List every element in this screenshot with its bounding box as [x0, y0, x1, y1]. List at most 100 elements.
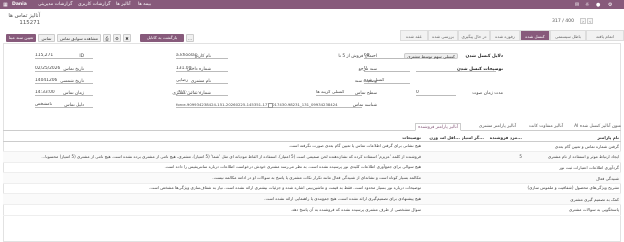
sale-probability-field[interactable]: 60 — [364, 53, 410, 59]
stage-cancelled[interactable]: کنسل شده — [520, 30, 550, 41]
description-cell: فروشنده از کلمه 'عزیزم' استفاده کرده که … — [3, 151, 423, 163]
print-icon[interactable]: ⎙ — [103, 34, 111, 42]
seller-score-cell — [486, 204, 524, 216]
analysis-table: نام پارامتر ...مرد فروشنده ...گر امتیاز … — [3, 134, 621, 216]
user-avatar-icon[interactable]: ● — [596, 2, 600, 8]
menu-item-reports-user[interactable]: گزارشات کاربری — [78, 2, 110, 7]
apps-grid-icon[interactable]: ▦ — [3, 2, 8, 8]
stage-refused[interactable]: رفوزه شده — [490, 30, 520, 41]
bell-icon[interactable]: ☼ — [585, 2, 589, 8]
seller-score-cell — [486, 172, 524, 184]
stage-contracted[interactable]: عقد شده — [400, 30, 428, 41]
pager-next-icon[interactable]: › — [580, 18, 586, 24]
col-header-param-name[interactable]: نام پارامتر — [524, 134, 621, 142]
min-score-cell — [440, 151, 462, 163]
trash-icon[interactable]: ✖ — [123, 34, 131, 42]
pager-prev-icon[interactable]: ‹ — [587, 18, 593, 24]
param-name-cell: ایجاد ارتباط موثر و استفاده از نام مشتری — [524, 151, 621, 163]
max-score-cell — [462, 172, 486, 184]
seller-score-cell — [486, 193, 524, 206]
min-score-cell — [440, 183, 462, 195]
user-field[interactable]: a.khoolap — [176, 53, 228, 59]
call-level-field[interactable]: کنسلی گزینه ها — [316, 90, 362, 96]
min-score-cell — [440, 193, 462, 206]
seller-score-cell: 5 — [486, 151, 524, 163]
table-row[interactable]: شنیدگی فعال مکالمه بسیار کوتاه است و نشا… — [3, 172, 621, 184]
chat-icon[interactable]: ✉ — [575, 2, 579, 8]
weight-cell — [423, 172, 440, 184]
col-header-description[interactable]: توضیحات — [3, 134, 423, 142]
table-row[interactable]: پاسخگویی به سوالات مشتری سوال مشخصی از ط… — [3, 204, 621, 216]
table-header-row: نام پارامتر ...مرد فروشنده ...گر امتیاز … — [3, 134, 621, 142]
stage-reviewed[interactable]: بررسی شده — [428, 30, 458, 41]
max-score-cell — [462, 141, 486, 153]
weight-cell — [423, 151, 440, 163]
max-score-cell — [462, 162, 486, 174]
set-base-document-button[interactable]: تعیین سند مبنا — [6, 34, 36, 42]
call-date-field[interactable]: 02/25/2026 — [35, 66, 93, 72]
tab-ai-cancel-texts[interactable]: AI متون آنالیز کنسل شده — [574, 123, 621, 131]
settings-icon[interactable]: ⚙ — [608, 2, 612, 8]
table-row[interactable]: تشریح ویژگی‌های محصول (شفافیت و ملموس سا… — [3, 183, 621, 195]
weight-cell — [423, 162, 440, 174]
shamsi-date-field[interactable]: 14041206 — [35, 78, 93, 84]
brand-name[interactable]: Dania — [12, 2, 27, 7]
back-to-cartable-button[interactable]: بازگشت به کاتابل — [140, 34, 184, 42]
source-doc-field[interactable]: 0 — [364, 66, 410, 72]
param-name-cell: تشریح ویژگی‌های محصول (شفافیت و ملموس سا… — [524, 183, 621, 195]
breadcrumb-title[interactable]: آنالیز تماس ها — [8, 13, 40, 19]
max-score-cell — [462, 151, 486, 163]
description-cell: هیچ سوالی برای جمع‌آوری اطلاعات کلیدی نو… — [3, 162, 423, 174]
tab-customer-params[interactable]: آنالیز پارامتر مشتری — [479, 123, 516, 131]
param-name-cell: شنیدگی فعال — [524, 172, 621, 184]
seller-score-cell — [486, 162, 524, 174]
param-name-cell: گرفتن شماره تماس و تعیین گام بعدی — [524, 141, 621, 153]
tab-seller-params[interactable]: آنالیز پارامتر فروشنده — [415, 123, 461, 131]
menu-item-reports-management[interactable]: گزارشات مدیریتی — [38, 2, 72, 7]
weight-cell — [423, 183, 440, 195]
internal-number-field[interactable]: 131.00 — [176, 66, 228, 72]
menu-item-insurance[interactable]: بیمه ها — [138, 2, 151, 7]
more-actions-button[interactable]: ... — [186, 34, 194, 42]
cancel-description-field[interactable] — [416, 66, 496, 72]
stage-finished[interactable]: اتمام یافته — [586, 30, 624, 41]
param-name-cell: پاسخگویی به سوالات مشتری — [524, 204, 621, 216]
active-checkbox[interactable] — [268, 103, 273, 108]
col-header-weight[interactable]: وزن — [423, 134, 440, 142]
tab-diff-analysis[interactable]: آنالیز متفاوت کانت — [529, 123, 563, 131]
view-call-history-button[interactable]: مشاهده سوابق تماس — [57, 34, 101, 42]
table-row[interactable]: گرفتن شماره تماس و تعیین گام بعدی هیچ نش… — [3, 141, 621, 153]
document-status-field[interactable]: کنسل شده — [364, 78, 410, 84]
call-time-field[interactable]: 14:33:00 — [35, 90, 93, 96]
status-stage-bar: عقد شده بررسی شده در حال پیگیری رفوزه شد… — [400, 30, 624, 41]
call-reason-field[interactable]: نامشخص — [35, 102, 93, 108]
col-header-seller-score[interactable]: ...مرد فروشنده — [486, 134, 524, 142]
max-score-cell — [462, 193, 486, 206]
table-row[interactable]: ایجاد ارتباط موثر و استفاده از نام مشتری… — [3, 151, 621, 163]
customer-name-field[interactable]: رضایی — [176, 78, 228, 84]
top-navbar: ▦ Dania گزارشات مدیریتی گزارشات کاربری آ… — [0, 0, 624, 9]
min-score-cell — [440, 162, 462, 174]
cancel-reason-tag[interactable]: کنسلی سهم توسط مشتری — [404, 53, 458, 59]
max-score-cell — [462, 183, 486, 195]
stage-system-void[interactable]: باطل سیستمی — [550, 30, 586, 41]
call-button[interactable]: تماس — [38, 34, 55, 42]
customer-phone-field[interactable]: ۰۹۱۲۰۰۰۰۰۰۰ — [176, 90, 228, 96]
description-cell: توضیحات درباره نور بسیار محدود است. فقط … — [3, 183, 423, 195]
table-row[interactable]: کمک به تصمیم گیری مشتری هیچ پیشنهادی برا… — [3, 193, 621, 206]
description-cell: هیچ نشانی برای گرفتن اطلاعات تماس یا تعی… — [3, 141, 423, 153]
breadcrumb-record: 115271 — [19, 20, 40, 26]
seller-score-cell — [486, 141, 524, 153]
gear-icon[interactable]: ⚙ — [113, 34, 121, 42]
stage-following[interactable]: در حال پیگیری — [458, 30, 490, 41]
menu-item-analysis[interactable]: آنالیز ها — [116, 2, 131, 7]
cancel-reason-label: دلایل کنسل شدن — [465, 54, 503, 59]
description-cell: هیچ پیشنهادی برای تصمیم‌گیری ارائه نشده … — [3, 193, 423, 206]
col-header-max-score[interactable]: ...گر امتیاز — [462, 134, 486, 142]
id-field: 115,271 — [35, 53, 93, 59]
audio-duration-field[interactable]: 0 — [416, 90, 456, 96]
col-header-min-score[interactable]: ...اقل امتیاز — [440, 134, 462, 142]
table-row[interactable]: گردآوری اطلاعات اعتبارات ثبت نور هیچ سوا… — [3, 162, 621, 174]
pager-value: 317 / 400 — [552, 19, 575, 24]
min-score-cell — [440, 172, 462, 184]
